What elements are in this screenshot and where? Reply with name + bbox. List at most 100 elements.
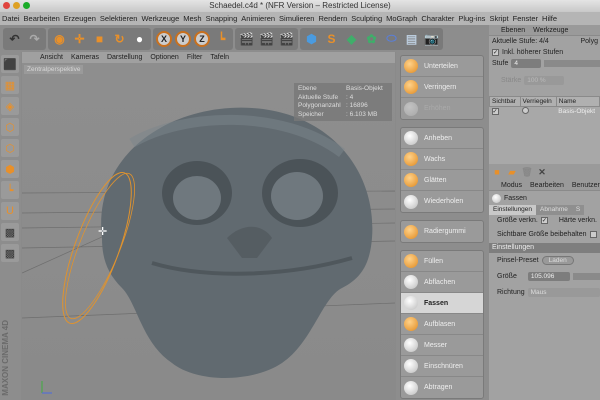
menu-mesh[interactable]: Mesh <box>183 12 201 25</box>
y-axis-lock[interactable]: Y <box>175 30 191 47</box>
edges-mode-icon[interactable]: ⬡ <box>1 139 19 157</box>
menu-benutzer[interactable]: Benutzer <box>572 180 600 190</box>
tool-verringern[interactable]: Verringern <box>401 77 483 98</box>
vp-menu-kameras[interactable]: Kameras <box>71 52 99 63</box>
viewport[interactable]: ✛ Zentralperspektive Ebene Basis-Objekt A… <box>22 63 395 400</box>
tab-einstellungen[interactable]: Einstellungen <box>489 205 537 215</box>
visible-checkbox[interactable]: ✓ <box>491 108 499 116</box>
tool-fuellen[interactable]: Füllen <box>401 251 483 272</box>
workplane-icon[interactable]: ◈ <box>1 97 19 115</box>
tab-abnahme[interactable]: Abnahme <box>536 205 572 215</box>
tool-glaetten[interactable]: Glätten <box>401 170 483 191</box>
col-verriegeln[interactable]: Verriegeln <box>519 96 557 107</box>
new-layer-icon[interactable]: ■ <box>491 166 503 178</box>
points-mode-icon[interactable]: ⬡ <box>1 118 19 136</box>
menu-datei[interactable]: Datei <box>2 12 20 25</box>
texture-mode-icon[interactable]: ▦ <box>1 76 19 94</box>
vp-menu-filter[interactable]: Filter <box>187 52 203 63</box>
delete-icon[interactable]: 🗑 <box>521 166 533 178</box>
menu-bearbeiten-attr[interactable]: Bearbeiten <box>530 180 564 190</box>
move-icon[interactable]: ✛ <box>71 30 88 47</box>
scale-icon[interactable]: ■ <box>91 30 108 47</box>
size-link-checkbox[interactable]: ✓ <box>540 217 548 224</box>
menu-erzeugen[interactable]: Erzeugen <box>64 12 96 25</box>
deformer-icon[interactable]: ⬭ <box>383 30 400 47</box>
menu-plugins[interactable]: Plug-ins <box>458 12 485 25</box>
vp-menu-darstellung[interactable]: Darstellung <box>107 52 142 63</box>
z-axis-lock[interactable]: Z <box>194 30 210 47</box>
menu-animieren[interactable]: Animieren <box>241 12 275 25</box>
tool-abflachen[interactable]: Abflachen <box>401 272 483 293</box>
vp-menu-optionen[interactable]: Optionen <box>150 52 178 63</box>
direction-dropdown[interactable]: Maus <box>527 288 600 297</box>
polygons-mode-icon[interactable]: ⬢ <box>1 160 19 178</box>
col-name[interactable]: Name <box>555 96 600 107</box>
menu-mograph[interactable]: MoGraph <box>386 12 417 25</box>
tool-aufblasen[interactable]: Aufblasen <box>401 314 483 335</box>
render-picture-viewer-icon[interactable]: 🎬 <box>258 30 275 47</box>
zoom-icon[interactable] <box>23 2 30 9</box>
menu-snapping[interactable]: Snapping <box>206 12 238 25</box>
col-sichtbar[interactable]: Sichtbar <box>489 96 521 107</box>
live-selection-icon[interactable]: ◉ <box>51 30 68 47</box>
render-settings-icon[interactable]: 🎬 <box>278 30 295 47</box>
tool-radiergummi[interactable]: Radiergummi <box>401 221 483 242</box>
menu-simulieren[interactable]: Simulieren <box>279 12 314 25</box>
floor-icon[interactable]: ▤ <box>403 30 420 47</box>
lock-workplane-icon[interactable]: ▩ <box>1 223 19 241</box>
tool-wiederholen[interactable]: Wiederholen <box>401 191 483 212</box>
redo-icon[interactable]: ↷ <box>26 30 43 47</box>
tab-ebenen[interactable]: Ebenen <box>501 25 525 35</box>
menu-charakter[interactable]: Charakter <box>421 12 454 25</box>
cube-icon[interactable]: ⬢ <box>303 30 320 47</box>
coordinate-system-icon[interactable]: ┕ <box>213 30 230 47</box>
spline-icon[interactable]: S <box>323 30 340 47</box>
load-button[interactable]: Laden <box>541 256 574 265</box>
array-icon[interactable]: ✿ <box>363 30 380 47</box>
rotate-icon[interactable]: ↻ <box>111 30 128 47</box>
close-icon[interactable] <box>3 2 10 9</box>
minimize-icon[interactable] <box>13 2 20 9</box>
tab-more[interactable]: S <box>571 205 585 215</box>
tool-wachs[interactable]: Wachs <box>401 149 483 170</box>
menu-werkzeuge[interactable]: Werkzeuge <box>141 12 179 25</box>
model-mode-icon[interactable]: ⬛ <box>1 55 19 73</box>
tab-werkzeuge[interactable]: Werkzeuge <box>533 25 568 35</box>
menu-skript[interactable]: Skript <box>489 12 508 25</box>
snap-magnet-icon[interactable]: U <box>1 202 19 220</box>
incl-higher-checkbox[interactable]: ✓ <box>492 49 499 56</box>
sculpt-tool-icon[interactable]: ● <box>131 30 148 47</box>
menu-modus[interactable]: Modus <box>501 180 522 190</box>
size-slider[interactable] <box>572 273 600 280</box>
tool-unterteilen[interactable]: Unterteilen <box>401 56 483 77</box>
lock-toggle[interactable] <box>522 107 530 115</box>
menu-selektieren[interactable]: Selektieren <box>100 12 138 25</box>
subdivision-icon[interactable]: ◆ <box>343 30 360 47</box>
tool-messer[interactable]: Messer <box>401 335 483 356</box>
x-axis-lock[interactable]: X <box>156 30 172 47</box>
table-row[interactable]: ✓ Basis-Objekt <box>490 107 600 117</box>
camera-icon[interactable]: 📷 <box>423 30 440 47</box>
size-input[interactable]: 105.096 <box>527 272 570 281</box>
level-slider[interactable] <box>544 60 600 67</box>
menu-hilfe[interactable]: Hilfe <box>542 12 557 25</box>
axis-mode-icon[interactable]: ┕ <box>1 181 19 199</box>
vp-menu-tafeln[interactable]: Tafeln <box>210 52 229 63</box>
tool-abtragen[interactable]: Abtragen <box>401 377 483 398</box>
menu-sculpting[interactable]: Sculpting <box>351 12 382 25</box>
tool-fassen[interactable]: Fassen <box>401 293 483 314</box>
tool-anheben[interactable]: Anheben <box>401 128 483 149</box>
level-input[interactable]: 4 <box>511 59 542 68</box>
layer-name[interactable]: Basis-Objekt <box>556 107 599 117</box>
tool-einschnueren[interactable]: Einschnüren <box>401 356 483 377</box>
strength-input[interactable]: 100 % <box>524 76 565 85</box>
clear-layer-icon[interactable]: ✕ <box>536 166 548 178</box>
undo-icon[interactable]: ↶ <box>6 30 23 47</box>
menu-bearbeiten[interactable]: Bearbeiten <box>24 12 60 25</box>
new-folder-icon[interactable]: ▰ <box>506 166 518 178</box>
menu-rendern[interactable]: Rendern <box>318 12 347 25</box>
workplane-refresh-icon[interactable]: ▩ <box>1 244 19 262</box>
render-view-icon[interactable]: 🎬 <box>238 30 255 47</box>
vp-menu-ansicht[interactable]: Ansicht <box>40 52 63 63</box>
keep-size-checkbox[interactable] <box>589 231 597 238</box>
